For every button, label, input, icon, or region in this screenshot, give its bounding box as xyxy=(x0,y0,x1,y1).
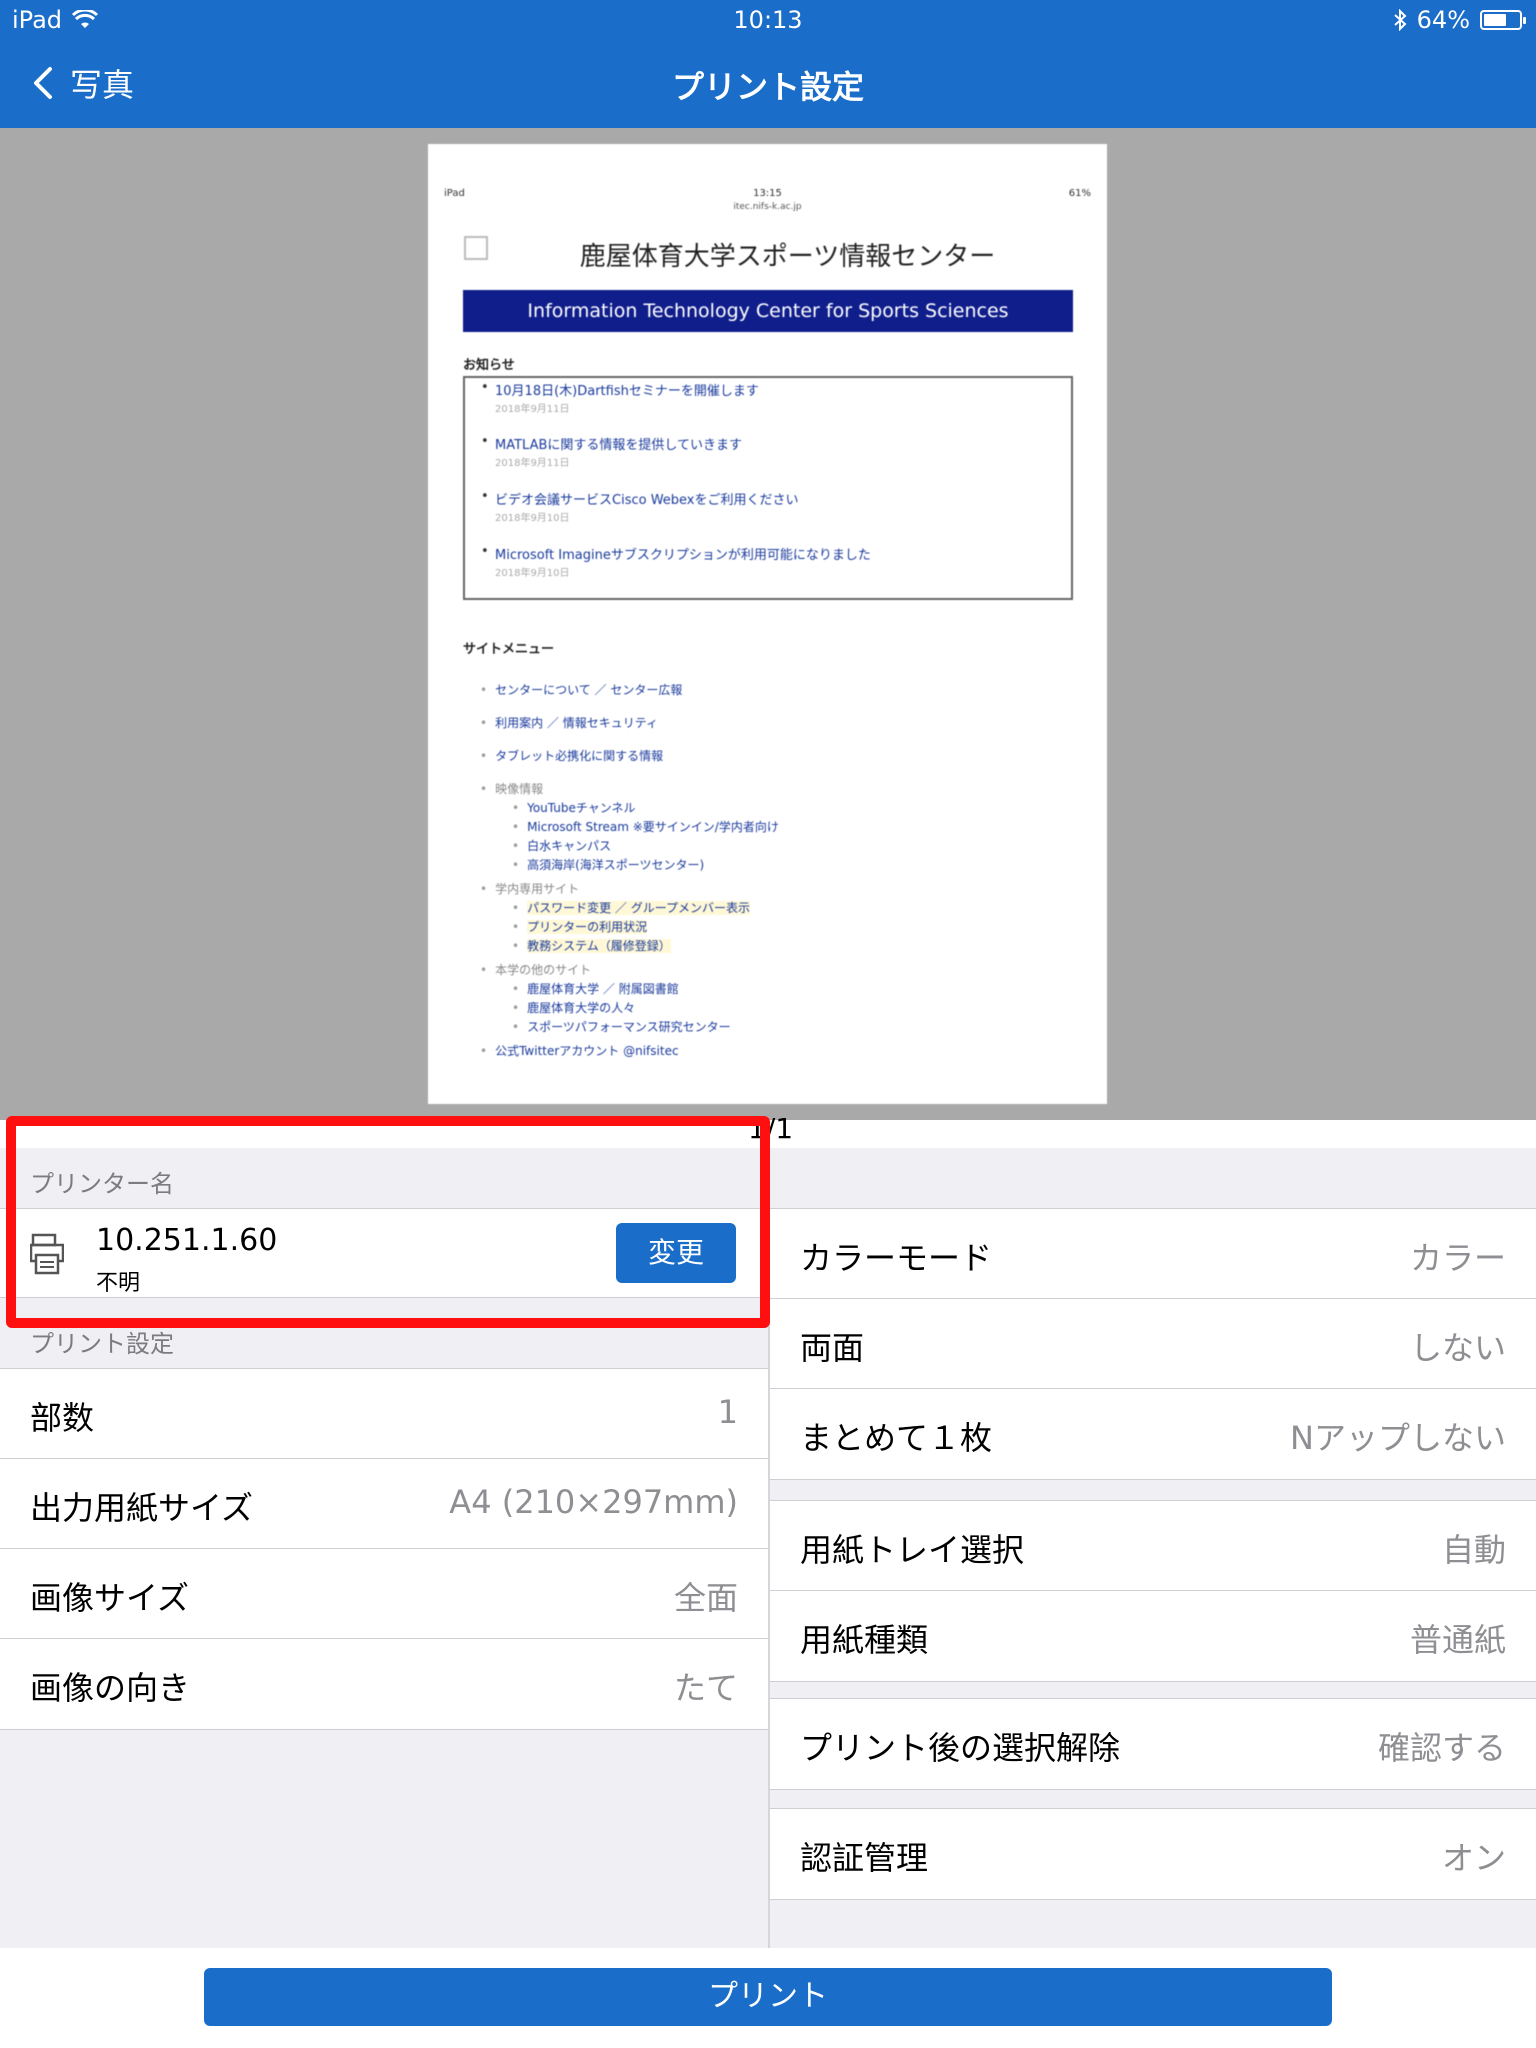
menu-sublink: • 高須海岸(海洋スポーツセンター) xyxy=(512,858,705,872)
menu-sublink: • スポーツパフォーマンス研究センター xyxy=(512,1020,731,1034)
setting-label: 用紙トレイ選択 xyxy=(800,1531,1025,1569)
preview-menu-heading: サイトメニュー xyxy=(463,642,555,657)
menu-sublink: • Microsoft Stream ※要サインイン/学内者向け xyxy=(512,820,779,834)
preview-status-battery: 61% xyxy=(1068,188,1091,199)
menu-link: • 映像情報 xyxy=(480,782,544,796)
setting-row-tray[interactable]: 用紙トレイ選択 自動 xyxy=(770,1501,1536,1591)
menu-sublink: • 鹿屋体育大学の人々 xyxy=(512,1001,636,1015)
news-date: 2018年9月11日 xyxy=(495,458,570,469)
status-time: 10:13 xyxy=(733,6,803,34)
menu-sublink: • プリンターの利用状況 xyxy=(512,920,648,934)
setting-label: プリント後の選択解除 xyxy=(800,1729,1121,1767)
color-settings-group: カラーモード カラー 両面 しない まとめて１枚 Nアップしない xyxy=(770,1208,1536,1480)
preview-status-time: 13:15 xyxy=(753,188,782,199)
bluetooth-icon xyxy=(1393,9,1407,31)
menu-link: • 学内専用サイト xyxy=(480,882,580,896)
menu-sublink: • パスワード変更 ／ グループメンバー表示 xyxy=(512,901,750,915)
print-preview: iPad 13:15 61% itec.nifs-k.ac.jp 鹿屋体育大学ス… xyxy=(0,128,1536,1120)
setting-label: まとめて１枚 xyxy=(800,1419,993,1457)
menu-sublink: • YouTubeチャンネル xyxy=(512,801,636,815)
setting-row-color-mode[interactable]: カラーモード カラー xyxy=(770,1209,1536,1299)
setting-label: 認証管理 xyxy=(800,1839,929,1877)
news-date: 2018年9月10日 xyxy=(495,568,570,579)
setting-value: オン xyxy=(1441,1839,1506,1877)
menu-link: • センターについて ／ センター広報 xyxy=(480,683,683,697)
news-date: 2018年9月10日 xyxy=(495,513,570,524)
top-bar: iPad 10:13 64% 写真 プリント設定 xyxy=(0,0,1536,128)
highlight-box xyxy=(6,1116,770,1328)
menu-link: • 本学の他のサイト xyxy=(480,963,592,977)
setting-row-duplex[interactable]: 両面 しない xyxy=(770,1299,1536,1389)
page-title: プリント設定 xyxy=(671,68,864,106)
setting-label: 出力用紙サイズ xyxy=(30,1489,254,1527)
preview-url: itec.nifs-k.ac.jp xyxy=(733,202,802,212)
setting-label: 部数 xyxy=(30,1399,95,1437)
preview-news-box: 10月18日(木)Dartfishセミナーを開催します 2018年9月11日 M… xyxy=(463,376,1073,600)
setting-value: 1 xyxy=(717,1393,738,1431)
print-button[interactable]: プリント xyxy=(204,1968,1332,2026)
setting-label: 画像の向き xyxy=(30,1669,191,1707)
setting-row-deselect-after-print[interactable]: プリント後の選択解除 確認する xyxy=(770,1699,1536,1789)
menu-sublink: • 教務システム（履修登録） xyxy=(512,939,671,953)
setting-label: 用紙種類 xyxy=(800,1621,929,1659)
news-date: 2018年9月11日 xyxy=(495,404,570,415)
setting-value: Nアップしない xyxy=(1290,1419,1506,1457)
setting-value: A4 (210×297mm) xyxy=(449,1483,738,1521)
news-item: ビデオ会議サービスCisco Webexをご利用ください xyxy=(481,489,798,508)
setting-row-paper-type[interactable]: 用紙種類 普通紙 xyxy=(770,1591,1536,1681)
menu-link: • タブレット必携化に関する情報 xyxy=(480,749,664,763)
setting-value: 確認する xyxy=(1377,1729,1506,1767)
setting-value: カラー xyxy=(1409,1239,1506,1277)
menu-link: • 利用案内 ／ 情報セキュリティ xyxy=(480,716,658,730)
setting-label: カラーモード xyxy=(800,1239,993,1277)
setting-row-auth[interactable]: 認証管理 オン xyxy=(770,1809,1536,1899)
auth-settings-group: 認証管理 オン xyxy=(770,1808,1536,1900)
preview-site-title: 鹿屋体育大学スポーツ情報センター xyxy=(579,242,996,272)
battery-percent: 64% xyxy=(1416,6,1470,34)
setting-label: 画像サイズ xyxy=(30,1579,190,1617)
news-item: Microsoft Imagineサブスクリプションが利用可能になりました xyxy=(481,544,871,563)
preview-news-heading: お知らせ xyxy=(463,358,515,373)
setting-row-orientation[interactable]: 画像の向き たて xyxy=(0,1639,768,1729)
deselect-settings-group: プリント後の選択解除 確認する xyxy=(770,1698,1536,1790)
menu-sublink: • 白水キャンパス xyxy=(512,839,612,853)
setting-label: 両面 xyxy=(800,1329,865,1367)
paper-settings-group: 用紙トレイ選択 自動 用紙種類 普通紙 xyxy=(770,1500,1536,1682)
menu-link: • 公式Twitterアカウント @nifsitec xyxy=(480,1044,679,1058)
setting-row-n-up[interactable]: まとめて１枚 Nアップしない xyxy=(770,1389,1536,1479)
setting-value: 普通紙 xyxy=(1409,1621,1506,1659)
setting-row-copies[interactable]: 部数 1 xyxy=(0,1369,768,1459)
status-bar: iPad 10:13 64% xyxy=(0,0,1536,40)
bottom-bar: プリント xyxy=(0,1948,1536,2048)
setting-value: 自動 xyxy=(1441,1531,1506,1569)
setting-value: 全面 xyxy=(673,1579,738,1617)
nav-bar: 写真 プリント設定 xyxy=(0,44,1536,124)
setting-value: たて xyxy=(673,1669,738,1707)
battery-icon xyxy=(1480,10,1526,30)
news-item: 10月18日(木)Dartfishセミナーを開催します xyxy=(481,380,759,399)
print-settings-group: 部数 1 出力用紙サイズ A4 (210×297mm) 画像サイズ 全面 画像の… xyxy=(0,1368,768,1730)
print-settings-section-label: プリント設定 xyxy=(30,1330,174,1358)
setting-row-paper-size[interactable]: 出力用紙サイズ A4 (210×297mm) xyxy=(0,1459,768,1549)
preview-page[interactable]: iPad 13:15 61% itec.nifs-k.ac.jp 鹿屋体育大学ス… xyxy=(428,144,1107,1104)
news-item: MATLABに関する情報を提供していきます xyxy=(481,434,742,453)
setting-value: しない xyxy=(1409,1329,1506,1367)
preview-banner: Information Technology Center for Sports… xyxy=(463,290,1073,332)
menu-sublink: • 鹿屋体育大学 ／ 附属図書館 xyxy=(512,982,679,996)
setting-row-image-size[interactable]: 画像サイズ 全面 xyxy=(0,1549,768,1639)
